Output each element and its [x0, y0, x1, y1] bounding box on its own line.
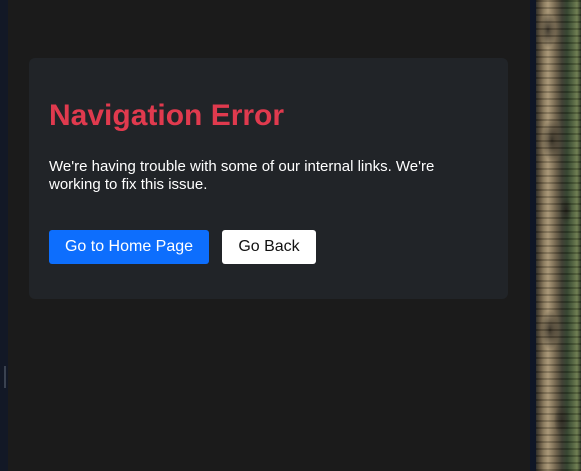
error-title: Navigation Error [49, 99, 285, 132]
browser-viewport: Navigation Error We're having trouble wi… [0, 0, 581, 471]
error-message: We're having trouble with some of our in… [49, 158, 435, 193]
error-card: Navigation Error We're having trouble wi… [29, 58, 508, 299]
go-home-button[interactable]: Go to Home Page [49, 230, 209, 264]
background-tree-photo [536, 0, 581, 471]
resize-handle[interactable] [4, 366, 6, 388]
left-window-edge [0, 0, 8, 471]
go-back-button[interactable]: Go Back [222, 230, 316, 264]
